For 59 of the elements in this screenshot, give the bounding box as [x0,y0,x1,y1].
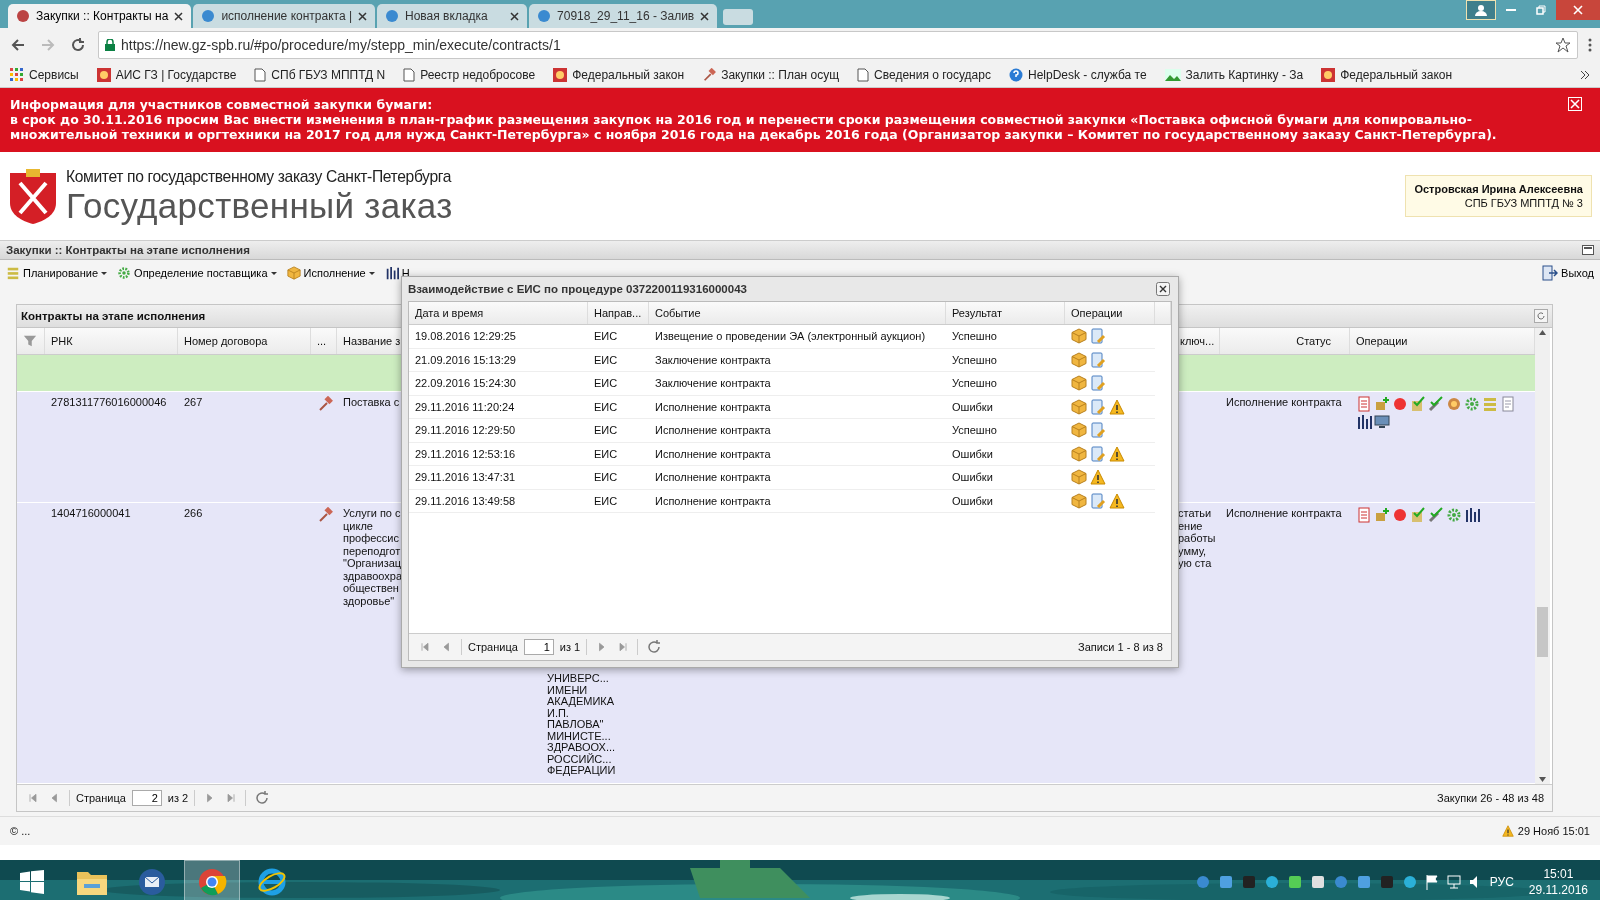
table-cell: 266 [184,507,203,519]
table-cell: Исполнение контракта [655,424,771,437]
table-cell: ЕИС [594,353,618,366]
table-cell: 267 [184,396,203,408]
table-cell: Ошибки [952,447,993,460]
table-cell: УНИВЕРС... ИМЕНИ АКАДЕМИКА И.П. ПАВЛОВА" МИНИСТЕ... ЗДРАВООХ... РОССИЙС... ФЕДЕРАЦИИ [547,673,615,777]
table-cell: статьи ение работы умму, ую ста [1178,507,1216,569]
banner-text: в срок до 30.11.2016 просим Вас внести изменения в план-график размещения закупок на 2016 год и перенести сроки размещения совместной закупки «Поставка офисной бумаги для копировально-множительной техники и оргтехники на 2017 год для нужд Санкт-Петербурга» с ноября 2016 года на декабрь 2016 года (Организатор закупки – Комитет по государственному заказу Санкт-Петербурга). [10,112,1498,142]
table-cell: 29.11.2016 13:47:31 [415,471,516,484]
table-cell: 21.09.2016 15:13:29 [415,353,516,366]
table-cell: ЕИС [594,471,618,484]
organization-name: Комитет по государственному заказу Санкт-Петербурга [66,167,452,187]
page-count: из 2 [167,792,189,804]
notification-time: 29 Нояб 15:01 [1517,825,1590,837]
table-cell: Исполнение контракта [655,447,771,460]
table-cell: 29.11.2016 12:29:50 [415,424,516,437]
table-cell: ЕИС [594,424,618,437]
table-cell: Услуги по с цикле профессис переподгот "Организац здравоохра обществен здоровье" [343,507,403,607]
page-title: Закупки :: Контракты на этапе исполнения [6,244,250,256]
table-cell: Исполнение контракта [1226,507,1342,519]
table-cell: 29.11.2016 12:53:16 [415,447,516,460]
table-cell: Успешно [952,353,997,366]
table-cell: Ошибки [952,494,993,507]
banner-title: Информация для участников совместной закупки бумаги: [10,97,434,112]
record-count: Записи 1 - 8 из 8 [1078,641,1163,653]
table-cell: 2781311776016000046 [51,396,167,408]
dialog-title: Взаимодействие с ЕИС по процедуре 0372200119316000043 [408,283,747,295]
table-cell: Исполнение контракта [655,400,771,413]
page-label: Страница [76,792,126,804]
table-cell: ЕИС [594,494,618,507]
user-organization: СПБ ГБУЗ МППТД № 3 [1463,196,1583,210]
page-count: из 1 [559,641,581,653]
table-cell: Заключение контракта [655,377,771,390]
table-cell: Успешно [952,330,997,343]
table-cell: Ошибки [952,400,993,413]
table-cell: Успешно [952,377,997,390]
table-cell: ЕИС [594,400,618,413]
table-cell: 19.08.2016 12:29:25 [415,330,516,343]
page-label: Страница [468,641,518,653]
table-cell: Исполнение контракта [655,471,771,484]
table-cell: Поставка с [343,396,400,408]
table-cell: 29.11.2016 11:20:24 [415,400,515,413]
table-cell: ЕИС [594,447,618,460]
table-cell: ЕИС [594,377,618,390]
table-cell: Исполнение контракта [655,494,771,507]
copyright: © ... [10,825,31,837]
site-title: Государственный заказ [66,187,454,225]
record-count: Закупки 26 - 48 из 48 [1437,792,1544,804]
table-cell: Успешно [952,424,997,437]
table-cell: 1404716000041 [51,507,131,519]
table-cell: 22.09.2016 15:24:30 [415,377,516,390]
table-cell: ЕИС [594,330,618,343]
table-cell: Исполнение контракта [1226,396,1342,408]
table-cell: Извещение о проведении ЭА (электронный аукцион) [655,330,926,343]
user-name: Островская Ирина Алексеевна [1414,182,1583,196]
table-cell: Заключение контракта [655,353,771,366]
table-cell: Ошибки [952,471,993,484]
table-cell: 29.11.2016 13:49:58 [415,494,516,507]
panel-title: Контракты на этапе исполнения [21,310,206,322]
